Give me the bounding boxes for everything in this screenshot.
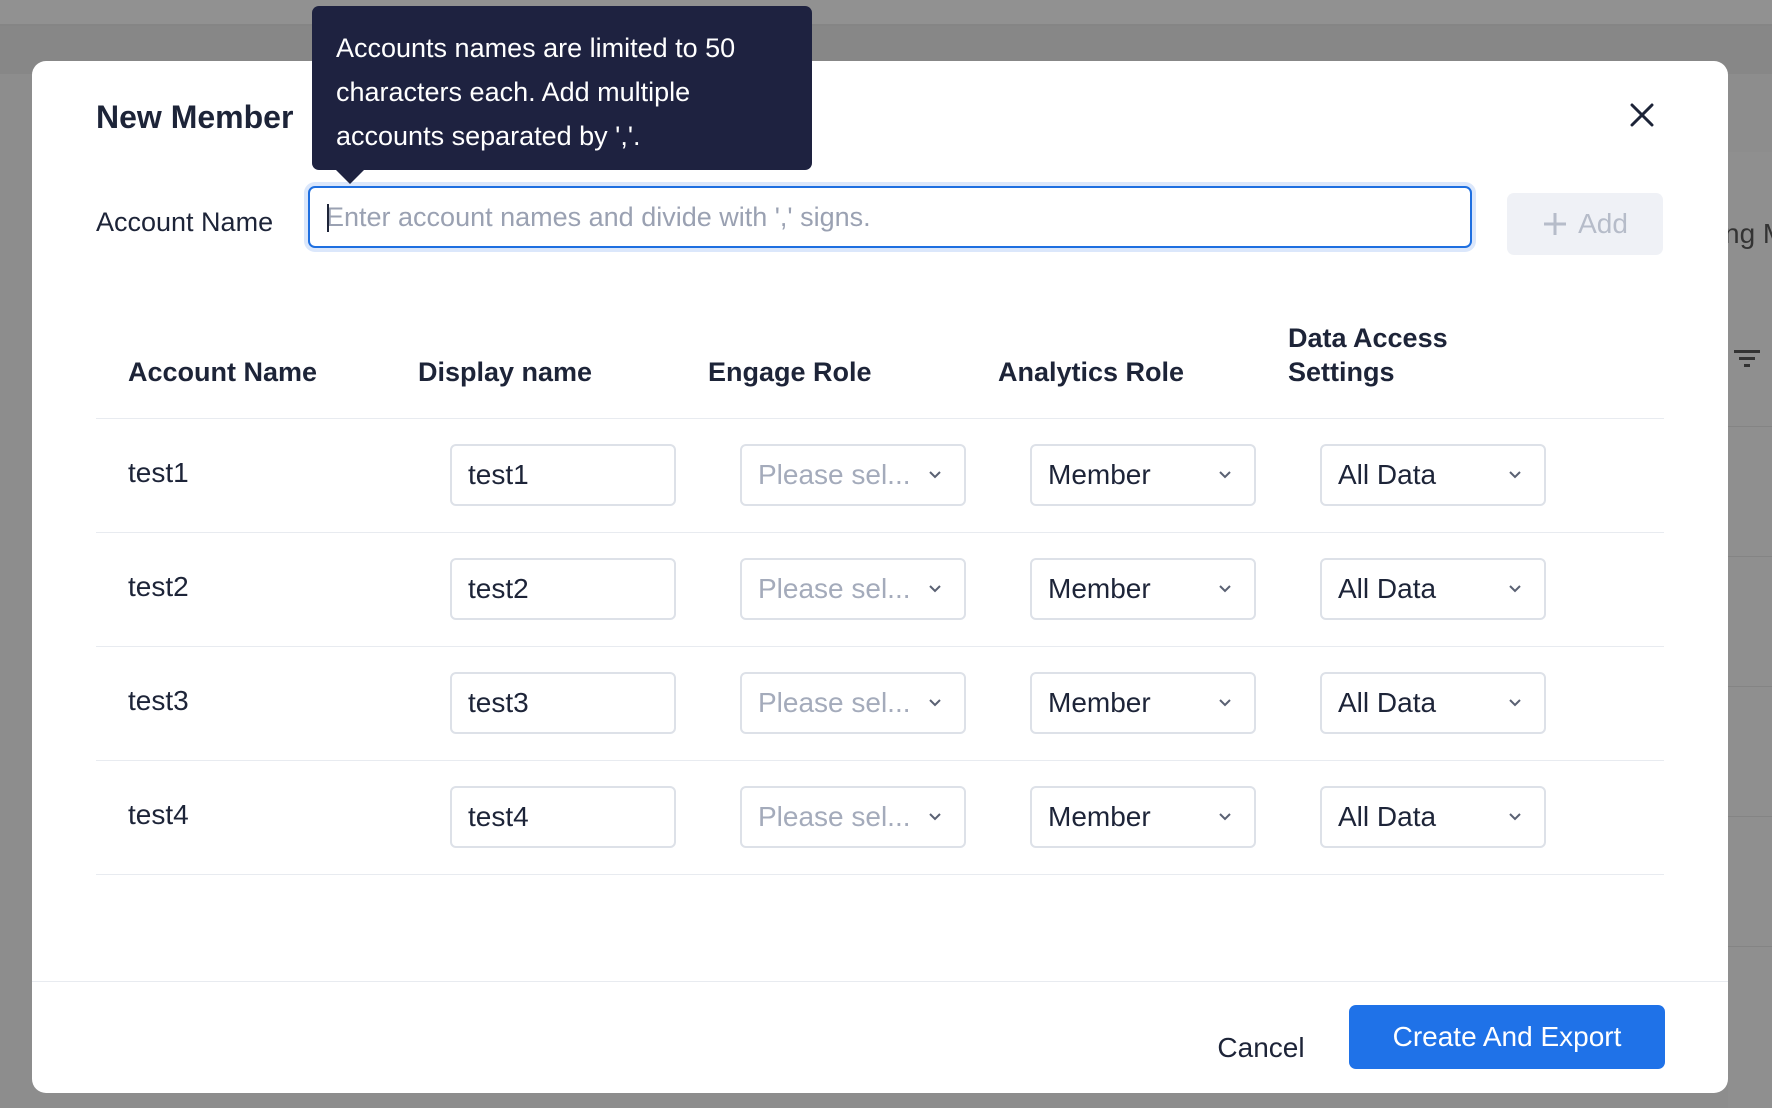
chevron-down-icon xyxy=(1219,585,1231,593)
engage-role-select[interactable]: Please sel... xyxy=(740,444,966,506)
engage-role-select[interactable]: Please sel... xyxy=(740,558,966,620)
analytics-role-value: Member xyxy=(1048,687,1151,718)
close-icon xyxy=(1630,103,1654,127)
display-name-input[interactable]: test3 xyxy=(450,672,676,734)
header-analytics-role: Analytics Role xyxy=(998,357,1185,387)
analytics-role-select[interactable]: Member xyxy=(1030,444,1256,506)
display-name-input[interactable]: test2 xyxy=(450,558,676,620)
data-access-value: All Data xyxy=(1338,459,1437,490)
table-row: test2 test2 Please sel... Member All Dat… xyxy=(96,533,1664,647)
account-name-cell: test4 xyxy=(128,799,189,830)
plus-icon xyxy=(1544,213,1567,235)
data-access-select[interactable]: All Data xyxy=(1320,444,1546,506)
background-divider xyxy=(1728,816,1772,817)
analytics-role-value: Member xyxy=(1048,573,1151,604)
members-table: Account Name Display name Engage Role An… xyxy=(96,311,1664,875)
data-access-value: All Data xyxy=(1338,573,1437,604)
engage-role-select[interactable]: Please sel... xyxy=(740,786,966,848)
chevron-down-icon xyxy=(929,699,941,707)
header-engage-role: Engage Role xyxy=(708,357,872,387)
chevron-down-icon xyxy=(929,813,941,821)
add-button[interactable]: Add xyxy=(1507,193,1663,255)
add-button-label: Add xyxy=(1578,208,1628,239)
data-access-select[interactable]: All Data xyxy=(1320,672,1546,734)
engage-role-value: Please sel... xyxy=(758,459,911,490)
text-caret xyxy=(327,204,329,232)
data-access-select[interactable]: All Data xyxy=(1320,786,1546,848)
data-access-select[interactable]: All Data xyxy=(1320,558,1546,620)
display-name-value: test3 xyxy=(468,687,529,718)
analytics-role-value: Member xyxy=(1048,459,1151,490)
engage-role-value: Please sel... xyxy=(758,573,911,604)
background-divider xyxy=(1728,946,1772,947)
tooltip-arrow xyxy=(336,170,364,184)
analytics-role-select[interactable]: Member xyxy=(1030,672,1256,734)
data-access-value: All Data xyxy=(1338,801,1437,832)
chevron-down-icon xyxy=(1509,585,1521,593)
background-partial-text: ng M xyxy=(1724,218,1772,249)
data-access-value: All Data xyxy=(1338,687,1437,718)
account-name-cell: test2 xyxy=(128,571,189,602)
account-name-cell: test1 xyxy=(128,457,189,488)
analytics-role-select[interactable]: Member xyxy=(1030,558,1256,620)
account-name-input-wrapper[interactable] xyxy=(308,186,1472,248)
chevron-down-icon xyxy=(1219,813,1231,821)
header-display-name: Display name xyxy=(418,357,593,387)
display-name-input[interactable]: test1 xyxy=(450,444,676,506)
analytics-role-select[interactable]: Member xyxy=(1030,786,1256,848)
display-name-value: test1 xyxy=(468,459,529,490)
account-name-tooltip: Accounts names are limited to 50 charact… xyxy=(312,6,812,170)
chevron-down-icon xyxy=(929,471,941,479)
chevron-down-icon xyxy=(1509,471,1521,479)
background-divider xyxy=(1728,556,1772,557)
background-divider xyxy=(1728,426,1772,427)
footer-divider xyxy=(32,981,1728,982)
chevron-down-icon xyxy=(1509,813,1521,821)
header-account-name: Account Name xyxy=(128,357,318,387)
chevron-down-icon xyxy=(1219,471,1231,479)
engage-role-select[interactable]: Please sel... xyxy=(740,672,966,734)
engage-role-value: Please sel... xyxy=(758,801,911,832)
table-row: test3 test3 Please sel... Member All Dat… xyxy=(96,647,1664,761)
table-row: test1 test1 Please sel... Member All Dat… xyxy=(96,419,1664,533)
account-name-label: Account Name xyxy=(96,207,274,237)
create-and-export-button[interactable]: Create And Export xyxy=(1349,1005,1665,1069)
display-name-value: test2 xyxy=(468,573,529,604)
header-data-access-settings: Data Access Settings xyxy=(1288,323,1448,387)
background-divider xyxy=(1728,686,1772,687)
chevron-down-icon xyxy=(1509,699,1521,707)
account-name-input[interactable] xyxy=(310,188,1470,246)
dialog-title: New Member xyxy=(96,99,294,135)
engage-role-value: Please sel... xyxy=(758,687,911,718)
background-top-bar xyxy=(0,0,1772,26)
display-name-input[interactable]: test4 xyxy=(450,786,676,848)
chevron-down-icon xyxy=(1219,699,1231,707)
cancel-button[interactable]: Cancel xyxy=(1190,1016,1332,1080)
analytics-role-value: Member xyxy=(1048,801,1151,832)
new-member-dialog: New Member Account Name Add Account Name… xyxy=(32,61,1728,1093)
account-name-cell: test3 xyxy=(128,685,189,716)
chevron-down-icon xyxy=(929,585,941,593)
filter-icon xyxy=(1734,348,1760,377)
background-page-panel xyxy=(1728,152,1772,1108)
display-name-value: test4 xyxy=(468,801,529,832)
table-row: test4 test4 Please sel... Member All Dat… xyxy=(96,761,1664,875)
close-button[interactable] xyxy=(1622,95,1662,135)
table-header: Account Name Display name Engage Role An… xyxy=(96,311,1664,419)
